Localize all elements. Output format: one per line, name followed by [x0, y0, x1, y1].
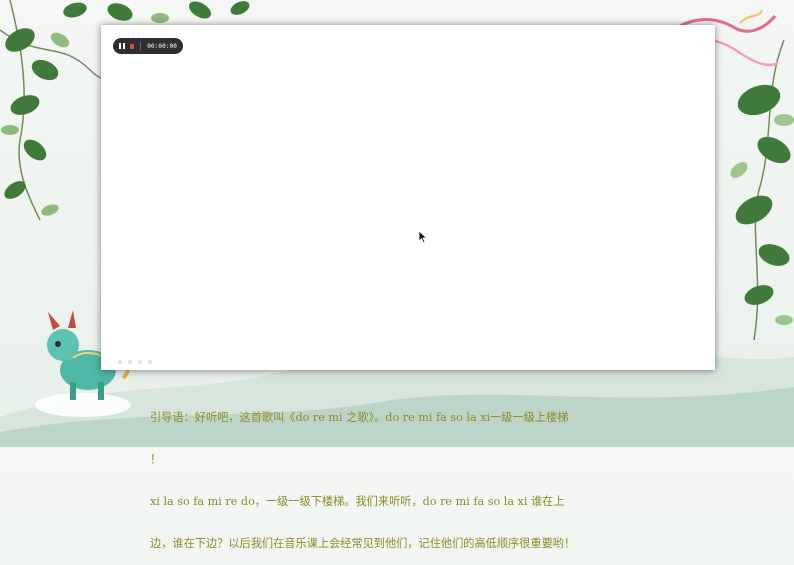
toolbar-divider: [140, 42, 142, 50]
dot: [138, 360, 142, 364]
stop-icon[interactable]: [130, 43, 135, 49]
caption-line: xi la so fa mi re do，一级一级下楼梯。我们来听听，do re…: [150, 495, 565, 508]
recording-toolbar: 00:00:00: [113, 38, 183, 54]
dot: [128, 360, 132, 364]
vine-leaves-decoration: [730, 40, 794, 340]
caption-line: 引导语：好听吧，这首歌叫《do re mi 之歌》。do re mi fa so…: [150, 411, 569, 424]
pause-icon[interactable]: [119, 43, 126, 49]
dot: [118, 360, 122, 364]
dot: [148, 360, 152, 364]
video-frame[interactable]: 00:00:00: [101, 25, 715, 370]
caption-line: 边，谁在下边？以后我们在音乐课上会经常见到他们，记住他们的高低顺序很重要哟！: [150, 537, 576, 550]
lesson-caption: 引导语：好听吧，这首歌叫《do re mi 之歌》。do re mi fa so…: [150, 383, 670, 565]
caption-line: ！: [150, 453, 162, 466]
recording-timer: 00:00:00: [147, 42, 177, 50]
slide-dots: [118, 360, 152, 364]
cursor-icon: [418, 230, 428, 244]
